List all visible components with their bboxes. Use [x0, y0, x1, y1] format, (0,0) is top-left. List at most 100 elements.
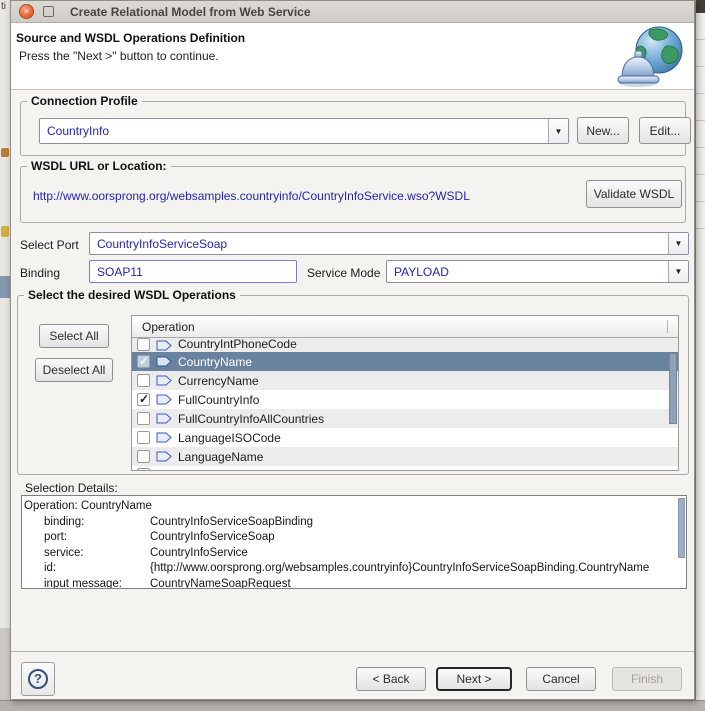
- operation-icon: [156, 451, 172, 462]
- table-row[interactable]: LanguageISOCode: [132, 428, 678, 447]
- detail-value: CountryNameSoapRequest: [150, 577, 291, 589]
- page-title: Source and WSDL Operations Definition: [16, 31, 246, 45]
- connection-profile-value: CountryInfo: [47, 124, 110, 138]
- close-button[interactable]: ×: [19, 4, 34, 19]
- table-row[interactable]: FullCountryInfoAllCountries: [132, 409, 678, 428]
- detail-value: CountryInfoService: [150, 546, 248, 559]
- cancel-button[interactable]: Cancel: [526, 667, 596, 691]
- row-checkbox[interactable]: [137, 374, 150, 387]
- page-subtitle: Press the "Next >" button to continue.: [19, 49, 219, 63]
- table-row[interactable]: CurrencyName: [132, 371, 678, 390]
- operation-label: LanguageISOCode: [178, 430, 281, 445]
- table-row[interactable]: CountryIntPhoneCode: [132, 338, 678, 352]
- validate-wsdl-button[interactable]: Validate WSDL: [586, 180, 682, 208]
- detail-line: input message: CountryNameSoapRequest: [22, 577, 686, 589]
- detail-value: CountryInfoServiceSoapBinding: [150, 515, 314, 528]
- chevron-down-icon[interactable]: ▼: [668, 233, 688, 254]
- service-mode-value: PAYLOAD: [394, 264, 449, 279]
- row-checkbox[interactable]: [137, 354, 150, 368]
- select-port-label: Select Port: [20, 238, 79, 252]
- row-checkbox[interactable]: [137, 450, 150, 463]
- deselect-all-button[interactable]: Deselect All: [35, 358, 113, 382]
- new-button[interactable]: New...: [577, 117, 629, 144]
- binding-label: Binding: [20, 266, 61, 280]
- row-checkbox[interactable]: [137, 431, 150, 444]
- operation-label: CurrencyName: [178, 373, 259, 388]
- table-row-partial[interactable]: [132, 466, 678, 470]
- edit-button[interactable]: Edit...: [639, 117, 691, 144]
- next-button[interactable]: Next >: [436, 667, 512, 691]
- operations-table: Operation CountryIntPhoneCode CountryNam…: [131, 315, 679, 471]
- detail-key: input message:: [44, 577, 122, 589]
- column-header-label: Operation: [142, 319, 195, 334]
- detail-key: binding:: [44, 515, 85, 528]
- detail-key: service:: [44, 546, 84, 559]
- detail-line: binding: CountryInfoServiceSoapBinding: [22, 516, 686, 532]
- background-panel-fragment: [0, 628, 10, 700]
- background-text-fragment: ti: [1, 1, 6, 12]
- operation-icon: [156, 413, 172, 424]
- wsdl-url-legend: WSDL URL or Location:: [27, 159, 171, 173]
- back-button[interactable]: < Back: [356, 667, 426, 691]
- operation-label: FullCountryInfoAllCountries: [178, 411, 325, 426]
- operation-label: FullCountryInfo: [178, 392, 260, 407]
- operations-column-header[interactable]: Operation: [132, 316, 678, 338]
- chevron-down-icon[interactable]: ▼: [548, 119, 568, 143]
- table-row[interactable]: FullCountryInfo: [132, 390, 678, 409]
- selection-details-label: Selection Details:: [25, 481, 118, 495]
- help-button[interactable]: ?: [21, 662, 55, 696]
- detail-key: id:: [44, 562, 57, 574]
- operation-icon: [156, 394, 172, 405]
- wizard-dialog: × Create Relational Model from Web Servi…: [10, 0, 695, 700]
- detail-line: service: CountryInfoService: [22, 547, 686, 563]
- operation-icon: [156, 375, 172, 386]
- background-titlebar-fragment: [696, 0, 705, 13]
- wsdl-operations-legend: Select the desired WSDL Operations: [24, 288, 240, 302]
- operation-label: CountryName: [178, 354, 253, 369]
- detail-line: Operation: CountryName: [22, 500, 686, 516]
- row-checkbox[interactable]: [137, 392, 150, 406]
- connection-profile-legend: Connection Profile: [27, 94, 142, 108]
- footer-separator: [11, 651, 694, 652]
- background-table-rows-fragment: [696, 13, 705, 253]
- operation-label: LanguageName: [178, 449, 264, 464]
- detail-text: Operation: CountryName: [24, 500, 152, 512]
- operation-icon: [156, 432, 172, 443]
- select-port-combo[interactable]: CountryInfoServiceSoap ▼: [89, 232, 689, 255]
- web-service-globe-icon: [614, 24, 688, 91]
- row-checkbox[interactable]: [137, 338, 150, 351]
- selection-details-box: Operation: CountryName binding: CountryIn…: [21, 495, 687, 589]
- table-row[interactable]: LanguageName: [132, 447, 678, 466]
- detail-value: {http://www.oorsprong.org/websamples.cou…: [150, 562, 650, 574]
- question-mark-icon: ?: [28, 669, 48, 689]
- details-scrollbar-thumb[interactable]: [678, 498, 685, 558]
- table-row[interactable]: CountryName: [132, 352, 678, 371]
- operation-icon: [156, 340, 172, 351]
- row-checkbox[interactable]: [137, 468, 150, 470]
- window-title: Create Relational Model from Web Service: [70, 4, 311, 19]
- operation-label: CountryIntPhoneCode: [178, 338, 297, 351]
- wizard-header: Source and WSDL Operations Definition Pr…: [11, 23, 694, 90]
- finish-button: Finish: [612, 667, 682, 691]
- background-window-bottom-sliver: [0, 700, 705, 711]
- binding-input[interactable]: [89, 260, 297, 283]
- row-checkbox[interactable]: [137, 412, 150, 425]
- title-bar: × Create Relational Model from Web Servi…: [11, 1, 694, 23]
- maximize-button[interactable]: [43, 6, 54, 17]
- service-mode-combo[interactable]: PAYLOAD ▼: [386, 260, 689, 283]
- background-folder-icon: [1, 226, 9, 237]
- detail-line: port: CountryInfoServiceSoap: [22, 531, 686, 547]
- detail-line: id: {http://www.oorsprong.org/websamples.…: [22, 562, 686, 578]
- select-all-button[interactable]: Select All: [39, 324, 109, 348]
- detail-key: port:: [44, 531, 68, 543]
- detail-value: CountryInfoServiceSoap: [150, 531, 275, 543]
- background-pencil-icon: [1, 148, 9, 157]
- select-port-value: CountryInfoServiceSoap: [97, 236, 228, 251]
- background-window-left-sliver: ti: [0, 0, 10, 711]
- table-scrollbar-thumb[interactable]: [669, 353, 677, 424]
- operation-icon: [156, 356, 172, 367]
- background-selection-fragment: [0, 276, 10, 298]
- connection-profile-combo[interactable]: CountryInfo ▼: [39, 118, 569, 144]
- background-window-right-sliver: [695, 0, 705, 711]
- chevron-down-icon[interactable]: ▼: [668, 261, 688, 282]
